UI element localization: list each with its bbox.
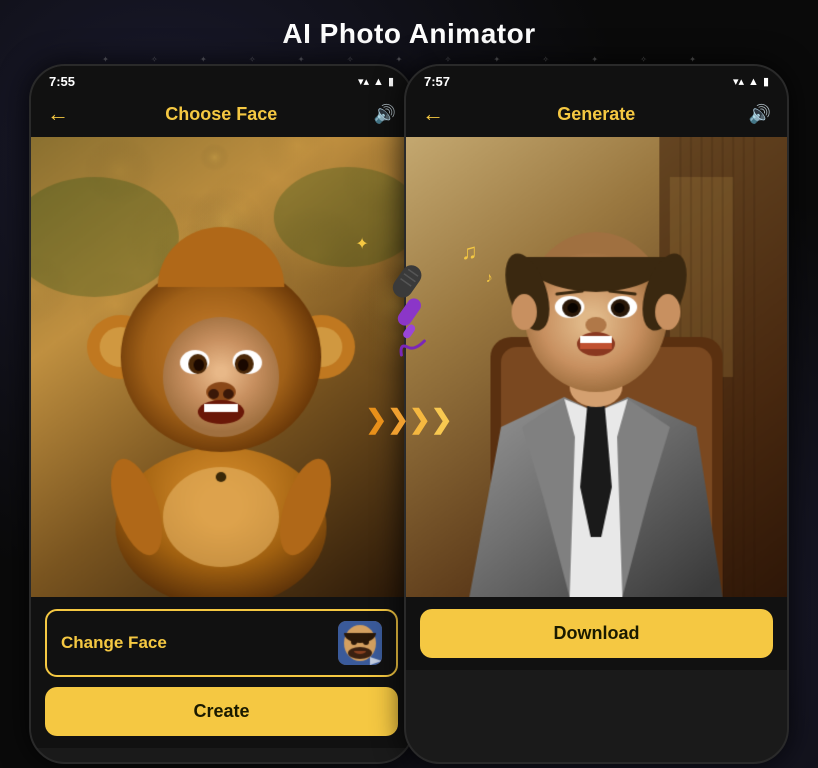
page-title: AI Photo Animator: [282, 18, 535, 50]
left-image-area: [31, 137, 412, 597]
left-status-bar: 7:55 ▾▴ ▲ ▮: [31, 66, 412, 93]
right-action-area: Download: [406, 597, 787, 670]
right-sound-button[interactable]: 🔊: [749, 104, 771, 125]
battery-icon: ▮: [388, 75, 394, 88]
avatar-canvas: [338, 621, 382, 665]
left-sound-button[interactable]: 🔊: [374, 104, 396, 125]
change-face-avatar: [338, 621, 382, 665]
right-signal-icon: ▾▴: [733, 75, 744, 88]
right-status-bar: 7:57 ▾▴ ▲ ▮: [406, 66, 787, 93]
wifi-icon: ▲: [373, 76, 384, 88]
right-back-button[interactable]: ←: [422, 101, 444, 127]
right-image-area: [406, 137, 787, 597]
right-status-time: 7:57: [424, 74, 450, 89]
change-face-label: Change Face: [61, 633, 167, 653]
right-photo-canvas: [406, 137, 787, 597]
left-status-time: 7:55: [49, 74, 75, 89]
left-nav-title: Choose Face: [165, 104, 277, 125]
download-button[interactable]: Download: [420, 609, 773, 658]
signal-icon: ▾▴: [358, 75, 369, 88]
right-nav-bar: ← Generate 🔊: [406, 93, 787, 137]
right-battery-icon: ▮: [763, 75, 769, 88]
right-wifi-icon: ▲: [748, 76, 759, 88]
left-back-button[interactable]: ←: [47, 101, 69, 127]
left-phone: 7:55 ▾▴ ▲ ▮ ← Choose Face 🔊 Change Face: [29, 64, 414, 764]
left-nav-bar: ← Choose Face 🔊: [31, 93, 412, 137]
left-photo-canvas: [31, 137, 412, 597]
left-status-icons: ▾▴ ▲ ▮: [358, 75, 394, 88]
right-phone: 7:57 ▾▴ ▲ ▮ ← Generate 🔊 Download: [404, 64, 789, 764]
create-button[interactable]: Create: [45, 687, 398, 736]
change-face-button[interactable]: Change Face: [45, 609, 398, 677]
phones-container: 7:55 ▾▴ ▲ ▮ ← Choose Face 🔊 Change Face: [29, 64, 789, 764]
left-action-area: Change Face Create: [31, 597, 412, 748]
right-status-icons: ▾▴ ▲ ▮: [733, 75, 769, 88]
right-nav-title: Generate: [557, 104, 635, 125]
